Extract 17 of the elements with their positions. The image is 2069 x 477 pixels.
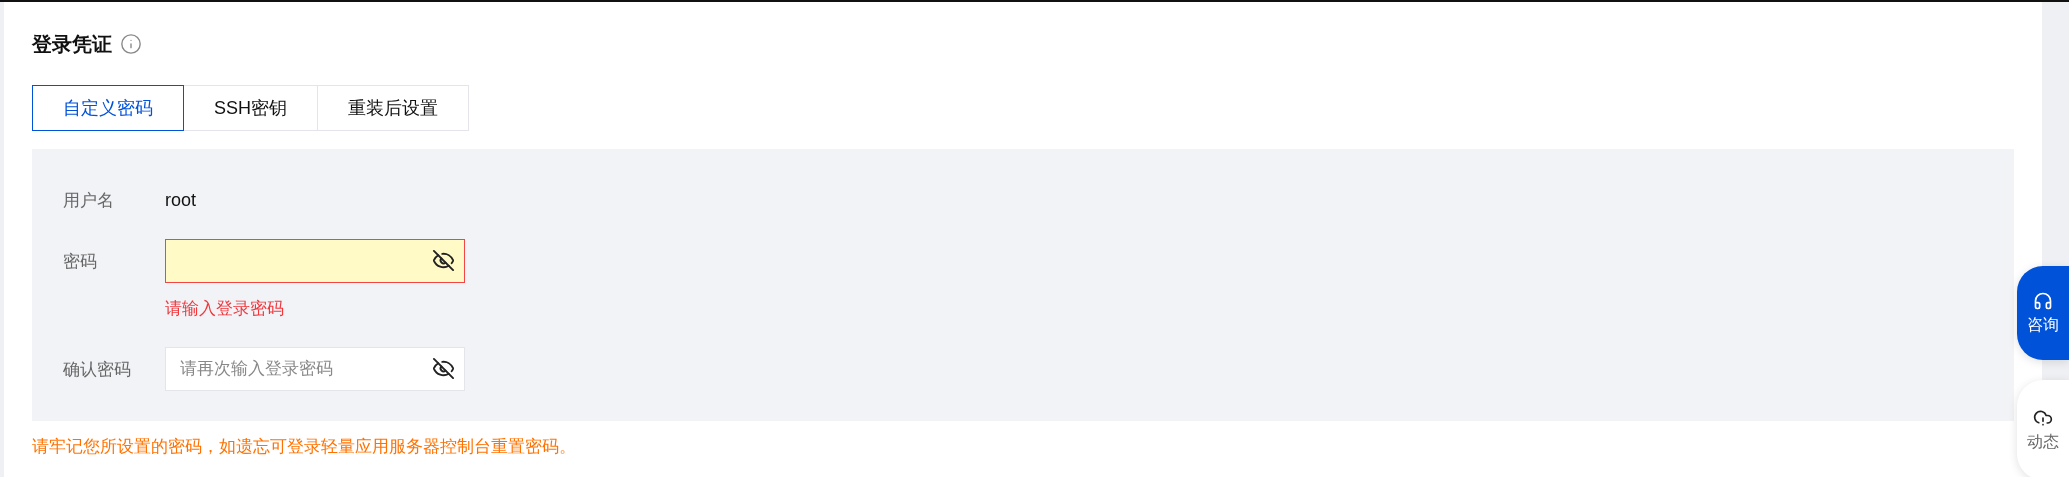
error-message: 请输入登录密码 (165, 298, 285, 320)
tab[interactable]: 自定义密码 (32, 85, 184, 131)
eye-off-icon[interactable] (432, 357, 455, 380)
username-value: root (165, 190, 198, 211)
info-icon[interactable] (120, 33, 142, 55)
headset-icon (2033, 290, 2053, 311)
field-label: 确认密码 (63, 358, 132, 381)
eye-off-icon[interactable] (432, 249, 455, 272)
field-label: 用户名 (63, 190, 115, 212)
notice-text: 请牢记您所设置的密码，如遗忘可登录轻量应用服务器控制台重置密码。 (32, 436, 577, 458)
password-field[interactable] (165, 239, 465, 283)
field-label: 密码 (63, 250, 98, 273)
side-button[interactable]: 咨询 (2017, 266, 2069, 360)
tab[interactable]: SSH密钥 (183, 85, 318, 131)
tab[interactable]: 重装后设置 (317, 85, 469, 131)
side-button[interactable]: 动态 (2017, 380, 2069, 477)
section-title: 登录凭证 (32, 31, 112, 57)
